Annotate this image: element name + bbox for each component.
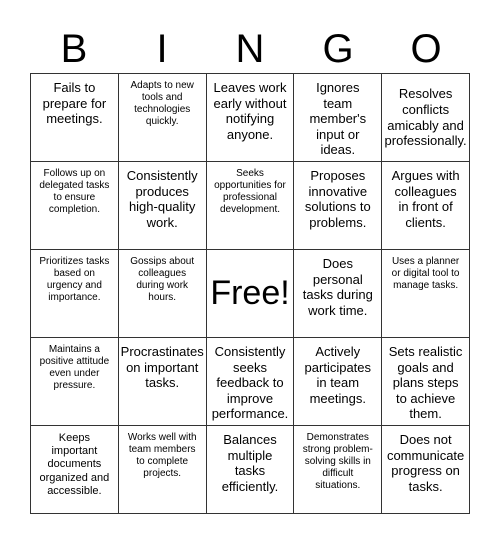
- bingo-cell[interactable]: Fails to prepare for meetings.: [31, 74, 119, 162]
- bingo-header: B I N G O: [30, 26, 470, 72]
- cell-text: Consistently produces high-quality work.: [126, 168, 198, 230]
- bingo-cell[interactable]: Prioritizes tasks based on urgency and i…: [31, 250, 119, 338]
- bingo-cell[interactable]: Resolves conflicts amicably and professi…: [382, 74, 470, 162]
- bingo-cell[interactable]: Adapts to new tools and technologies qui…: [118, 74, 207, 162]
- cell-text: Prioritizes tasks based on urgency and i…: [39, 256, 110, 303]
- header-letter-n: N: [235, 27, 265, 71]
- cell-text: Consistently seeks feedback to improve p…: [211, 344, 289, 422]
- bingo-cell[interactable]: Keeps important documents organized and …: [31, 426, 119, 514]
- bingo-cell[interactable]: Does not communicate progress on tasks.: [382, 426, 470, 514]
- cell-text: Keeps important documents organized and …: [39, 432, 110, 497]
- cell-text: Follows up on delegated tasks to ensure …: [39, 168, 110, 215]
- free-space-cell[interactable]: Free!: [206, 250, 295, 338]
- bingo-cell[interactable]: Consistently seeks feedback to improve p…: [206, 338, 295, 426]
- cell-text: Uses a planner or digital tool to manage…: [391, 256, 460, 291]
- cell-text: Balances multiple tasks efficiently.: [221, 432, 279, 494]
- cell-text: Procrastinates on important tasks.: [120, 344, 204, 391]
- bingo-cell[interactable]: Works well with team members to complete…: [118, 426, 207, 514]
- cell-text: Does not communicate progress on tasks.: [386, 432, 465, 494]
- free-space-text: Free!: [210, 274, 290, 313]
- bingo-cell[interactable]: Follows up on delegated tasks to ensure …: [31, 162, 119, 250]
- cell-text: Works well with team members to complete…: [127, 432, 197, 479]
- cell-text: Does personal tasks during work time.: [302, 256, 373, 318]
- cell-text: Argues with colleagues in front of clien…: [391, 168, 460, 230]
- bingo-cell[interactable]: Consistently produces high-quality work.: [118, 162, 207, 250]
- header-letter-i: I: [156, 27, 168, 71]
- cell-text: Leaves work early without notifying anyo…: [213, 80, 287, 142]
- cell-text: Actively participates in team meetings.: [304, 344, 372, 406]
- bingo-cell[interactable]: Leaves work early without notifying anyo…: [206, 74, 295, 162]
- bingo-cell[interactable]: Argues with colleagues in front of clien…: [382, 162, 470, 250]
- bingo-cell[interactable]: Procrastinates on important tasks.: [118, 338, 207, 426]
- bingo-cell[interactable]: Uses a planner or digital tool to manage…: [382, 250, 470, 338]
- cell-text: Gossips about colleagues during work hou…: [130, 256, 195, 303]
- cell-text: Maintains a positive attitude even under…: [39, 344, 110, 391]
- bingo-cell[interactable]: Ignores team member's input or ideas.: [294, 74, 383, 162]
- bingo-grid: Fails to prepare for meetings. Adapts to…: [30, 73, 470, 514]
- bingo-cell[interactable]: Seeks opportunities for professional dev…: [206, 162, 295, 250]
- bingo-cell[interactable]: Demonstrates strong problem-solving skil…: [294, 426, 383, 514]
- bingo-cell[interactable]: Actively participates in team meetings.: [294, 338, 383, 426]
- cell-text: Fails to prepare for meetings.: [42, 80, 107, 127]
- bingo-cell[interactable]: Balances multiple tasks efficiently.: [206, 426, 295, 514]
- cell-text: Seeks opportunities for professional dev…: [214, 168, 286, 215]
- bingo-cell[interactable]: Does personal tasks during work time.: [294, 250, 383, 338]
- cell-text: Adapts to new tools and technologies qui…: [130, 80, 194, 127]
- header-letter-b: B: [60, 27, 88, 71]
- header-letter-g: G: [322, 27, 354, 71]
- bingo-cell[interactable]: Proposes innovative solutions to problem…: [294, 162, 383, 250]
- cell-text: Demonstrates strong problem-solving skil…: [302, 432, 373, 491]
- header-letter-o: O: [410, 27, 442, 71]
- cell-text: Resolves conflicts amicably and professi…: [384, 86, 467, 149]
- cell-text: Proposes innovative solutions to problem…: [304, 168, 371, 230]
- bingo-cell[interactable]: Sets realistic goals and plans steps to …: [382, 338, 470, 426]
- bingo-cell[interactable]: Maintains a positive attitude even under…: [31, 338, 119, 426]
- bingo-cell[interactable]: Gossips about colleagues during work hou…: [118, 250, 207, 338]
- cell-text: Ignores team member's input or ideas.: [309, 80, 367, 158]
- cell-text: Sets realistic goals and plans steps to …: [388, 344, 463, 422]
